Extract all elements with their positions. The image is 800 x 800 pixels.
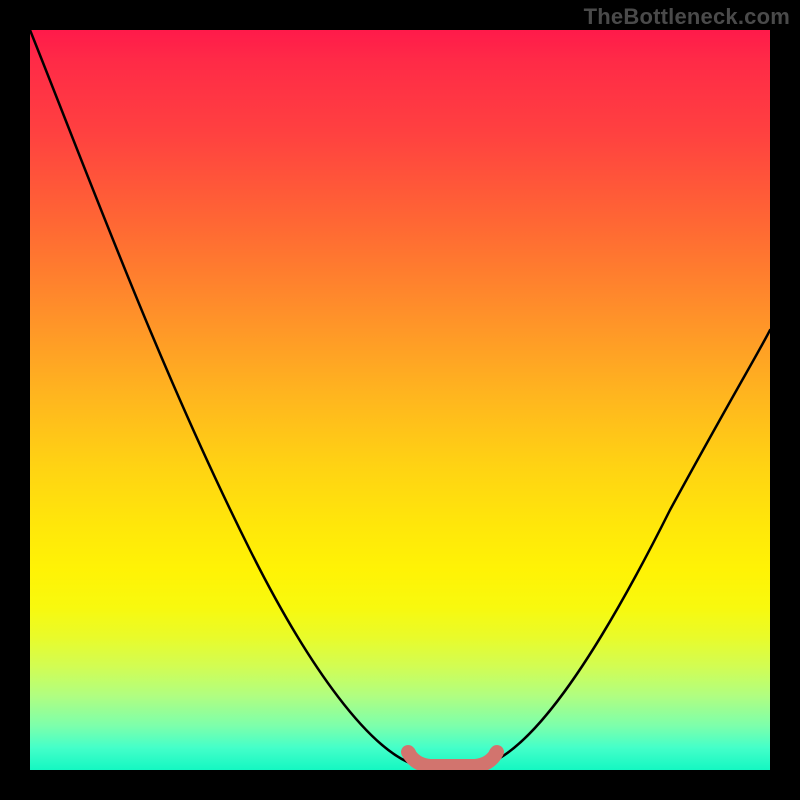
trough-end-left (402, 746, 416, 760)
chart-frame: TheBottleneck.com (0, 0, 800, 800)
trough-end-right (489, 746, 503, 760)
trough-marker (408, 752, 497, 766)
curve-path (30, 30, 770, 765)
bottleneck-curve (30, 30, 770, 770)
watermark-label: TheBottleneck.com (584, 4, 790, 30)
plot-area (30, 30, 770, 770)
